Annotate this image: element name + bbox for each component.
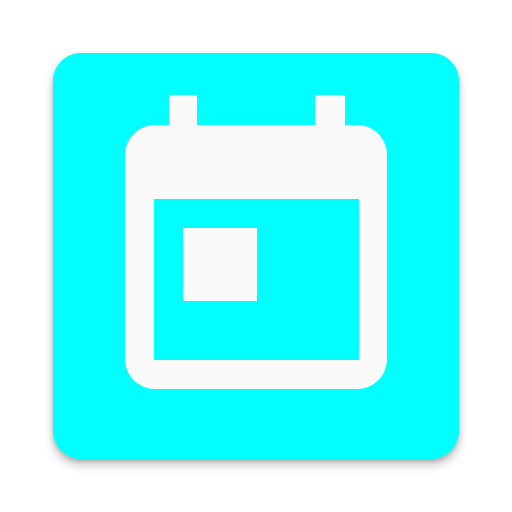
- calendar-ring-right: [315, 95, 345, 129]
- calendar-icon: [53, 53, 459, 459]
- calendar-ring-left: [169, 95, 197, 129]
- app-icon-tile[interactable]: [53, 53, 459, 459]
- launcher-canvas: [0, 0, 512, 512]
- today-marker: [183, 228, 257, 301]
